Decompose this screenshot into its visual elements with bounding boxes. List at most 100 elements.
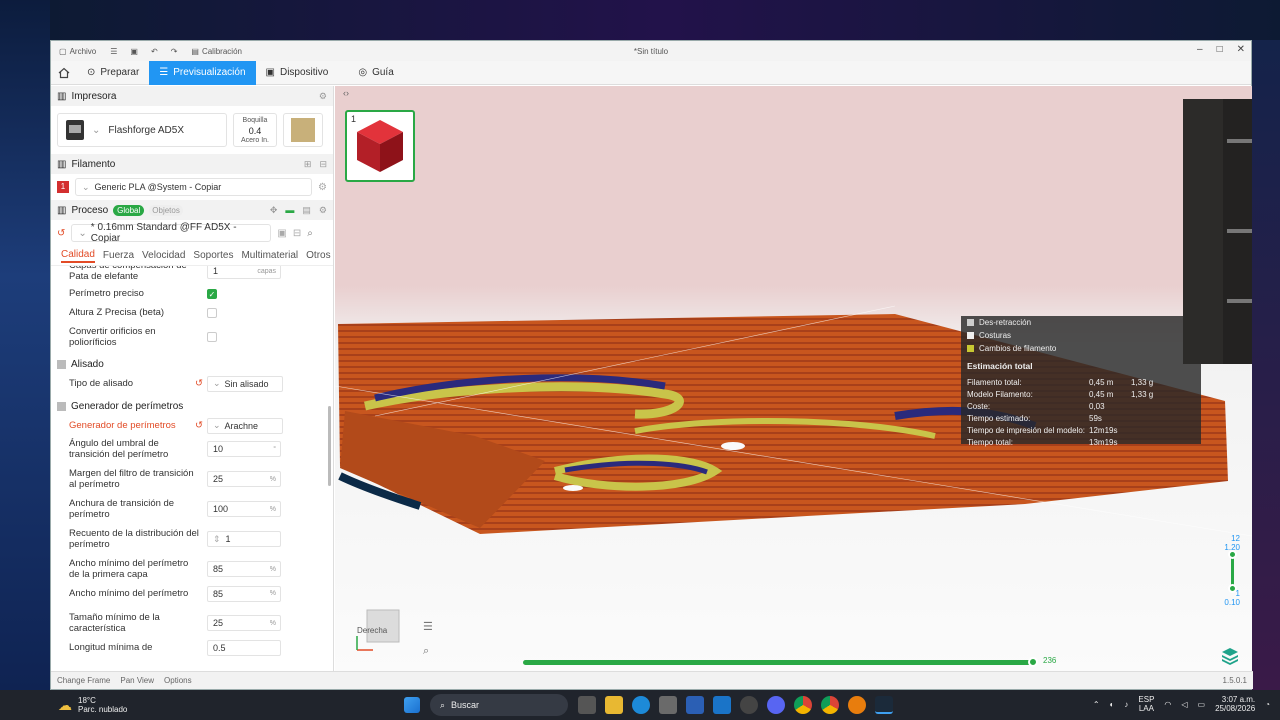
filament-row: 1 ⌄ Generic PLA @System - Copiar ⚙ bbox=[51, 174, 333, 200]
move-slider-handle[interactable] bbox=[1028, 657, 1038, 667]
battery-icon[interactable]: ▭ bbox=[1198, 700, 1206, 709]
list-icon[interactable]: ☰ bbox=[110, 47, 117, 56]
taskbar-search[interactable]: ⌕ Buscar bbox=[430, 694, 568, 716]
wifi-icon[interactable]: ◠ bbox=[1164, 700, 1171, 709]
wall-generator-select[interactable]: ↺ ⌄ Arachne bbox=[195, 417, 283, 434]
min-first-layer-wall-input[interactable]: 85% bbox=[207, 561, 281, 577]
collapse-sidebar-icon[interactable]: ‹› bbox=[339, 88, 353, 102]
tab-previsualizacion[interactable]: ☰ Previsualización bbox=[149, 60, 256, 85]
tab-calidad[interactable]: Calidad bbox=[61, 249, 95, 263]
save-icon[interactable]: ▣ bbox=[130, 47, 138, 56]
advanced-toggle-icon[interactable]: ▬ bbox=[285, 205, 294, 216]
home-button[interactable] bbox=[51, 61, 77, 85]
chrome-icon[interactable] bbox=[794, 696, 812, 714]
search-icon[interactable]: ⌕ bbox=[307, 228, 313, 239]
min-wall-width-input[interactable]: 85% bbox=[207, 585, 281, 602]
undo-icon[interactable]: ↶ bbox=[151, 47, 158, 56]
tab-multimaterial[interactable]: Multimaterial bbox=[241, 250, 298, 261]
tab-dispositivo[interactable]: ▣ Dispositivo bbox=[256, 61, 339, 85]
weather-widget[interactable]: ☁ 18°C Parc. nublado bbox=[58, 696, 127, 714]
language-indicator[interactable]: ESP LAA bbox=[1138, 695, 1154, 713]
setting-min-first-layer-wall: Ancho mínimo del perímetro de la primera… bbox=[69, 558, 309, 580]
chatgpt-icon[interactable] bbox=[740, 696, 758, 714]
precise-wall-checkbox[interactable]: ✓ bbox=[207, 288, 217, 299]
edge-icon[interactable] bbox=[632, 696, 650, 714]
chevron-down-icon: ⌄ bbox=[92, 124, 101, 136]
process-preset-select[interactable]: ⌄ * 0.16mm Standard @FF AD5X - Copiar bbox=[71, 222, 272, 244]
blender-icon[interactable] bbox=[848, 696, 866, 714]
elephant-foot-input[interactable]: 1 capas bbox=[207, 266, 281, 279]
printer-select[interactable]: ⌄ Flashforge AD5X bbox=[57, 113, 227, 147]
chevron-down-icon: ⌄ bbox=[78, 227, 87, 239]
advanced-icon[interactable]: ✥ bbox=[270, 205, 278, 216]
tab-preparar[interactable]: ⊙ Preparar bbox=[77, 61, 149, 85]
zoom-icon[interactable]: ⌕ bbox=[423, 645, 433, 658]
reset-icon[interactable]: ↺ bbox=[57, 228, 65, 239]
legend-swatch bbox=[967, 319, 974, 326]
status-options[interactable]: Options bbox=[164, 676, 192, 685]
transition-angle-input[interactable]: 10 ° bbox=[207, 441, 281, 457]
legend-swatch bbox=[967, 332, 974, 339]
file-explorer-icon[interactable] bbox=[605, 696, 623, 714]
legend-item: Des-retracción bbox=[967, 316, 1195, 329]
menu-calibracion[interactable]: ▤ Calibración bbox=[191, 47, 242, 56]
orca-slicer-icon[interactable] bbox=[875, 696, 893, 714]
task-view-icon[interactable] bbox=[578, 696, 596, 714]
plate-thumbnail[interactable]: 1 bbox=[345, 110, 415, 182]
ironing-type-select[interactable]: ↺ ⌄ Sin alisado bbox=[195, 375, 283, 392]
transition-filter-input[interactable]: 25% bbox=[207, 471, 281, 487]
compare-preset-icon[interactable]: ⊟ bbox=[293, 228, 301, 239]
compare-icon[interactable]: ▤ bbox=[302, 205, 311, 216]
process-settings-icon[interactable]: ⚙ bbox=[319, 205, 327, 216]
status-pan-view[interactable]: Pan View bbox=[120, 676, 154, 685]
precise-z-checkbox[interactable] bbox=[207, 307, 217, 318]
objects-toggle[interactable]: Objetos bbox=[149, 204, 183, 216]
preview-viewport[interactable]: ‹› 1 Des-retracción Costuras Cambios de … bbox=[335, 86, 1252, 673]
tab-otros[interactable]: Otros bbox=[306, 250, 330, 261]
discord-icon[interactable] bbox=[767, 696, 785, 714]
tray-app-icon[interactable]: ◐ bbox=[1110, 700, 1115, 709]
filament-settings-icon[interactable]: ⚙ bbox=[318, 182, 327, 193]
distribution-count-input[interactable]: ⇕ 1 bbox=[207, 531, 281, 547]
tab-guia[interactable]: ◎ Guía bbox=[348, 61, 403, 85]
add-filament-icon[interactable]: ⊞ bbox=[304, 159, 312, 170]
save-preset-icon[interactable]: ▣ bbox=[277, 228, 286, 239]
tab-soportes[interactable]: Soportes bbox=[193, 250, 233, 261]
mail-icon[interactable] bbox=[713, 696, 731, 714]
microphone-icon[interactable]: ♪ bbox=[1124, 700, 1128, 709]
clock[interactable]: 3:07 a.m. 25/08/2026 bbox=[1215, 695, 1255, 713]
chrome-alt-icon[interactable] bbox=[821, 696, 839, 714]
menu-icon[interactable]: ☰ bbox=[423, 620, 433, 633]
move-slider[interactable] bbox=[523, 660, 1035, 665]
printer-settings-icon[interactable]: ⚙ bbox=[319, 91, 327, 102]
layers-icon[interactable] bbox=[1220, 646, 1240, 666]
status-change-frame[interactable]: Change Frame bbox=[57, 676, 110, 685]
settings-scrollbar[interactable] bbox=[328, 406, 331, 486]
global-toggle[interactable]: Global bbox=[113, 204, 145, 216]
store-icon[interactable] bbox=[659, 696, 677, 714]
volume-icon[interactable]: ◁ bbox=[1181, 700, 1187, 709]
minimize-icon[interactable]: – bbox=[1197, 44, 1203, 55]
tab-fuerza[interactable]: Fuerza bbox=[103, 250, 134, 261]
layer-slider-top-handle[interactable] bbox=[1228, 550, 1237, 559]
transition-width-input[interactable]: 100% bbox=[207, 501, 281, 517]
nozzle-select[interactable]: Boquilla 0.4 Acero In. bbox=[233, 113, 277, 147]
filament-select[interactable]: ⌄ Generic PLA @System - Copiar bbox=[75, 178, 313, 196]
menu-archivo[interactable]: ▢ Archivo bbox=[59, 47, 96, 56]
remove-filament-icon[interactable]: ⊟ bbox=[319, 159, 327, 170]
windows-start-icon[interactable] bbox=[404, 697, 420, 713]
redo-icon[interactable]: ↷ bbox=[171, 47, 178, 56]
plate-type-select[interactable] bbox=[283, 113, 323, 147]
webcam-overlay bbox=[1183, 99, 1252, 364]
chevron-up-icon[interactable]: ⌃ bbox=[1093, 700, 1100, 709]
convert-holes-checkbox[interactable] bbox=[207, 332, 217, 342]
setting-precise-wall: Perímetro preciso ✓ bbox=[69, 288, 217, 299]
close-icon[interactable]: ✕ bbox=[1237, 44, 1245, 55]
editor-icon[interactable] bbox=[686, 696, 704, 714]
min-feature-size-input[interactable]: 25% bbox=[207, 615, 281, 631]
notification-icon[interactable]: ◔ bbox=[1265, 700, 1270, 709]
min-length-input[interactable]: 0.5 bbox=[207, 639, 281, 656]
tab-velocidad[interactable]: Velocidad bbox=[142, 250, 185, 261]
maximize-icon[interactable]: □ bbox=[1217, 44, 1223, 55]
setting-min-wall-width: Ancho mínimo del perímetro 85% bbox=[69, 585, 309, 602]
